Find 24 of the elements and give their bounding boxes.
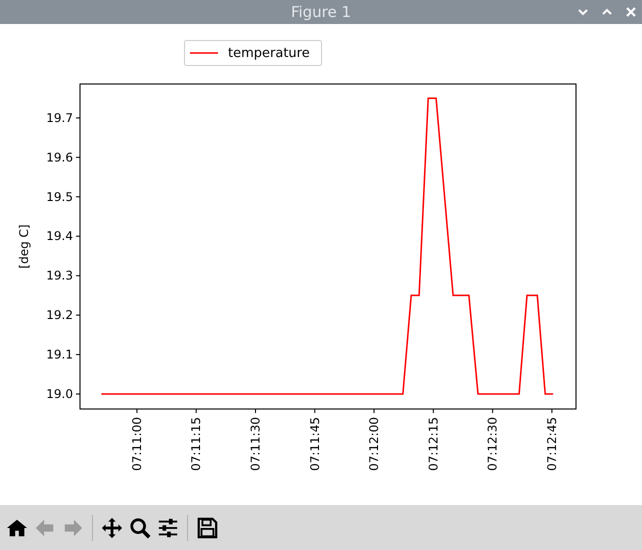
tick-label: 07:11:00 [130,417,144,471]
tick-label: 07:11:30 [248,417,262,471]
tick-label: 19.5 [46,190,73,204]
close-icon[interactable] [624,5,638,19]
tick-label: 19.2 [46,308,73,322]
window-title: Figure 1 [290,3,352,21]
tick-label: 07:12:15 [426,417,440,471]
tick-label: 07:12:45 [544,417,559,471]
tick-label: 07:11:15 [189,417,204,471]
axis-label: [deg C] [17,224,31,269]
floppy-disk-icon[interactable] [195,516,219,540]
tick-label: 19.1 [46,348,73,362]
move-arrows-icon[interactable] [100,516,124,540]
search-icon[interactable] [128,516,152,540]
tick-label: 07:12:00 [367,417,382,471]
tick-label: 19.3 [46,268,73,283]
tick-label: 19.7 [46,110,73,125]
tick-label: 19.0 [46,387,73,401]
tick-label: 19.6 [46,150,73,164]
legend-label: temperature [228,46,310,61]
tick-label: 07:12:30 [486,417,500,471]
tick-label: 07:11:45 [308,417,322,471]
tick-label: 19.4 [46,229,73,244]
legend-line-icon [190,52,218,54]
